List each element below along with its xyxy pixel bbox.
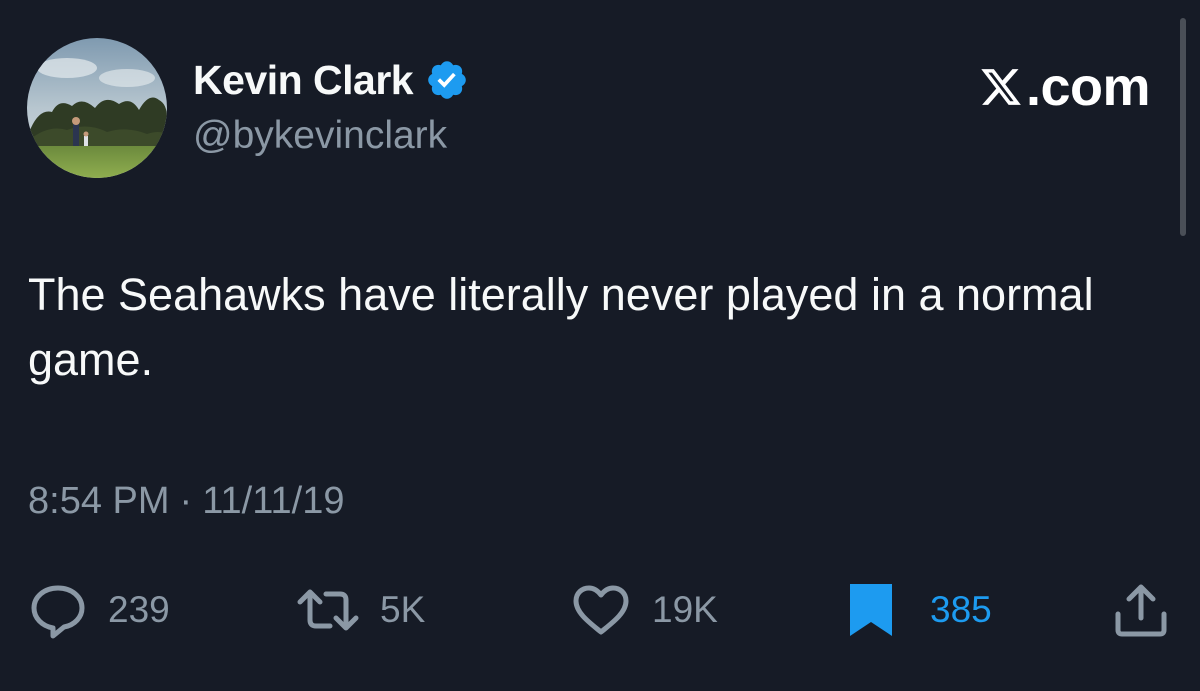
verified-badge-icon [425, 58, 469, 102]
reply-button[interactable]: 239 [28, 580, 170, 640]
avatar[interactable] [27, 38, 167, 178]
avatar-photo [27, 38, 167, 178]
bookmark-button[interactable]: 385 [848, 580, 992, 640]
tweet-date[interactable]: 11/11/19 [202, 480, 344, 522]
meta-separator: · [179, 480, 193, 522]
brand-logo: .com [978, 57, 1151, 117]
tweet-text: The Seahawks have literally never played… [28, 269, 1094, 385]
author-handle[interactable]: @bykevinclark [193, 114, 447, 158]
x-logo-icon [981, 69, 1021, 105]
like-button[interactable]: 19K [570, 580, 718, 640]
share-icon [1115, 584, 1167, 637]
display-name[interactable]: Kevin Clark [193, 57, 414, 104]
reply-icon [31, 585, 85, 639]
heart-icon [573, 585, 629, 635]
retweet-count: 5K [380, 589, 426, 630]
author-row: Kevin Clark [193, 55, 469, 105]
share-button[interactable] [1112, 580, 1170, 640]
action-bar: 239 5K 19K 385 [0, 580, 1200, 640]
bookmark-icon [850, 584, 892, 636]
reply-count: 239 [108, 589, 170, 630]
tweet-time[interactable]: 8:54 PM [28, 480, 170, 522]
tweet-card: Kevin Clark @bykevinclark .com The Seaha… [0, 0, 1200, 691]
bookmark-count: 385 [930, 589, 992, 630]
scrollbar[interactable] [1180, 18, 1186, 236]
like-count: 19K [652, 589, 718, 630]
tweet-metadata: 8:54 PM · 11/11/19 [28, 480, 344, 523]
retweet-icon [297, 589, 359, 631]
retweet-button[interactable]: 5K [296, 580, 425, 640]
brand-label: .com [1025, 57, 1151, 117]
